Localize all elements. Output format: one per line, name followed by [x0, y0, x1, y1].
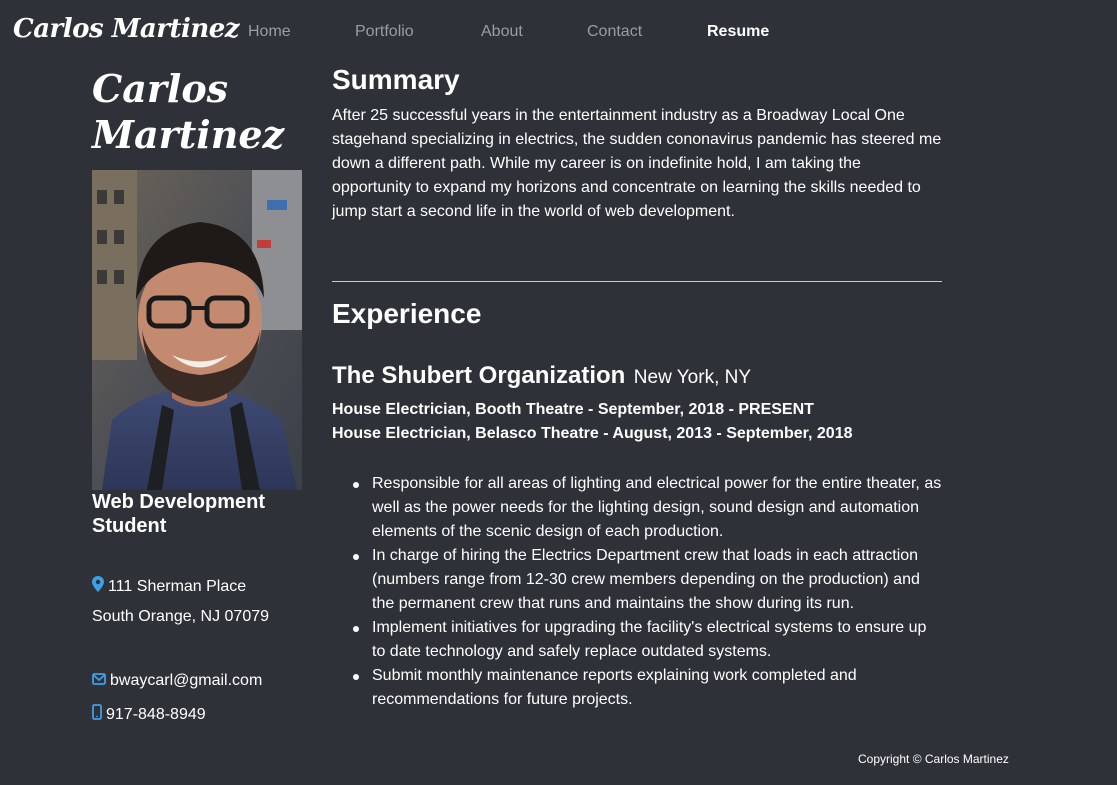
section-divider [332, 281, 942, 282]
address-street: 111 Sherman Place [108, 577, 247, 595]
nav-link-contact[interactable]: Contact [587, 23, 642, 41]
top-navbar: Carlos Martinez Home Portfolio About Con… [0, 0, 1117, 64]
summary-heading: Summary [332, 64, 460, 95]
duties-list: Responsible for all areas of lighting an… [332, 472, 944, 712]
duty-text: Implement initiatives for upgrading the … [372, 619, 927, 660]
profile-sidebar: Carlos Martinez Web Development Student … [92, 66, 307, 723]
employer-location: New York, NY [633, 367, 752, 388]
employer-name: The Shubert Organization [332, 362, 626, 389]
employer-header: The Shubert Organization New York, NY [332, 362, 751, 390]
phone-line: 917-848-8949 [92, 704, 206, 725]
nav-link-resume[interactable]: Resume [707, 23, 769, 41]
bullet-icon [353, 482, 359, 488]
position-title: House Electrician, Booth Theatre - Septe… [332, 401, 814, 418]
address-city: South Orange, NJ 07079 [92, 608, 270, 625]
list-item: Submit monthly maintenance reports expla… [332, 664, 944, 712]
address-line-1: 111 Sherman Place [92, 576, 246, 597]
email-line: bwaycarl@gmail.com [92, 672, 262, 690]
list-item: Responsible for all areas of lighting an… [332, 472, 944, 544]
email-link[interactable]: bwaycarl@gmail.com [110, 672, 262, 690]
envelope-icon [92, 672, 106, 690]
nav-link-portfolio[interactable]: Portfolio [355, 23, 414, 41]
brand-logo-link[interactable]: Carlos Martinez [13, 14, 240, 44]
bullet-icon [353, 554, 359, 560]
bullet-icon [353, 674, 359, 680]
nav-link-home[interactable]: Home [248, 23, 291, 41]
bullet-icon [353, 626, 359, 632]
duty-text: Responsible for all areas of lighting an… [372, 475, 942, 540]
map-marker-icon [92, 576, 104, 597]
list-item: In charge of hiring the Electrics Depart… [332, 544, 944, 616]
profile-name: Carlos Martinez [92, 66, 285, 157]
phone-number: 917-848-8949 [106, 705, 206, 723]
position-title: House Electrician, Belasco Theatre - Aug… [332, 425, 853, 442]
experience-heading: Experience [332, 298, 482, 329]
address-line-2: South Orange, NJ 07079 [92, 608, 269, 626]
summary-text: After 25 successful years in the enterta… [332, 107, 942, 220]
mobile-phone-icon [92, 704, 102, 725]
profile-photo [92, 170, 302, 490]
duty-text: In charge of hiring the Electrics Depart… [372, 547, 920, 612]
list-item: Implement initiatives for upgrading the … [332, 616, 944, 664]
nav-link-about[interactable]: About [481, 23, 523, 41]
duty-text: Submit monthly maintenance reports expla… [372, 667, 857, 708]
footer-copyright: Copyright © Carlos Martinez [858, 752, 1009, 766]
profile-role: Web Development Student [92, 491, 265, 537]
